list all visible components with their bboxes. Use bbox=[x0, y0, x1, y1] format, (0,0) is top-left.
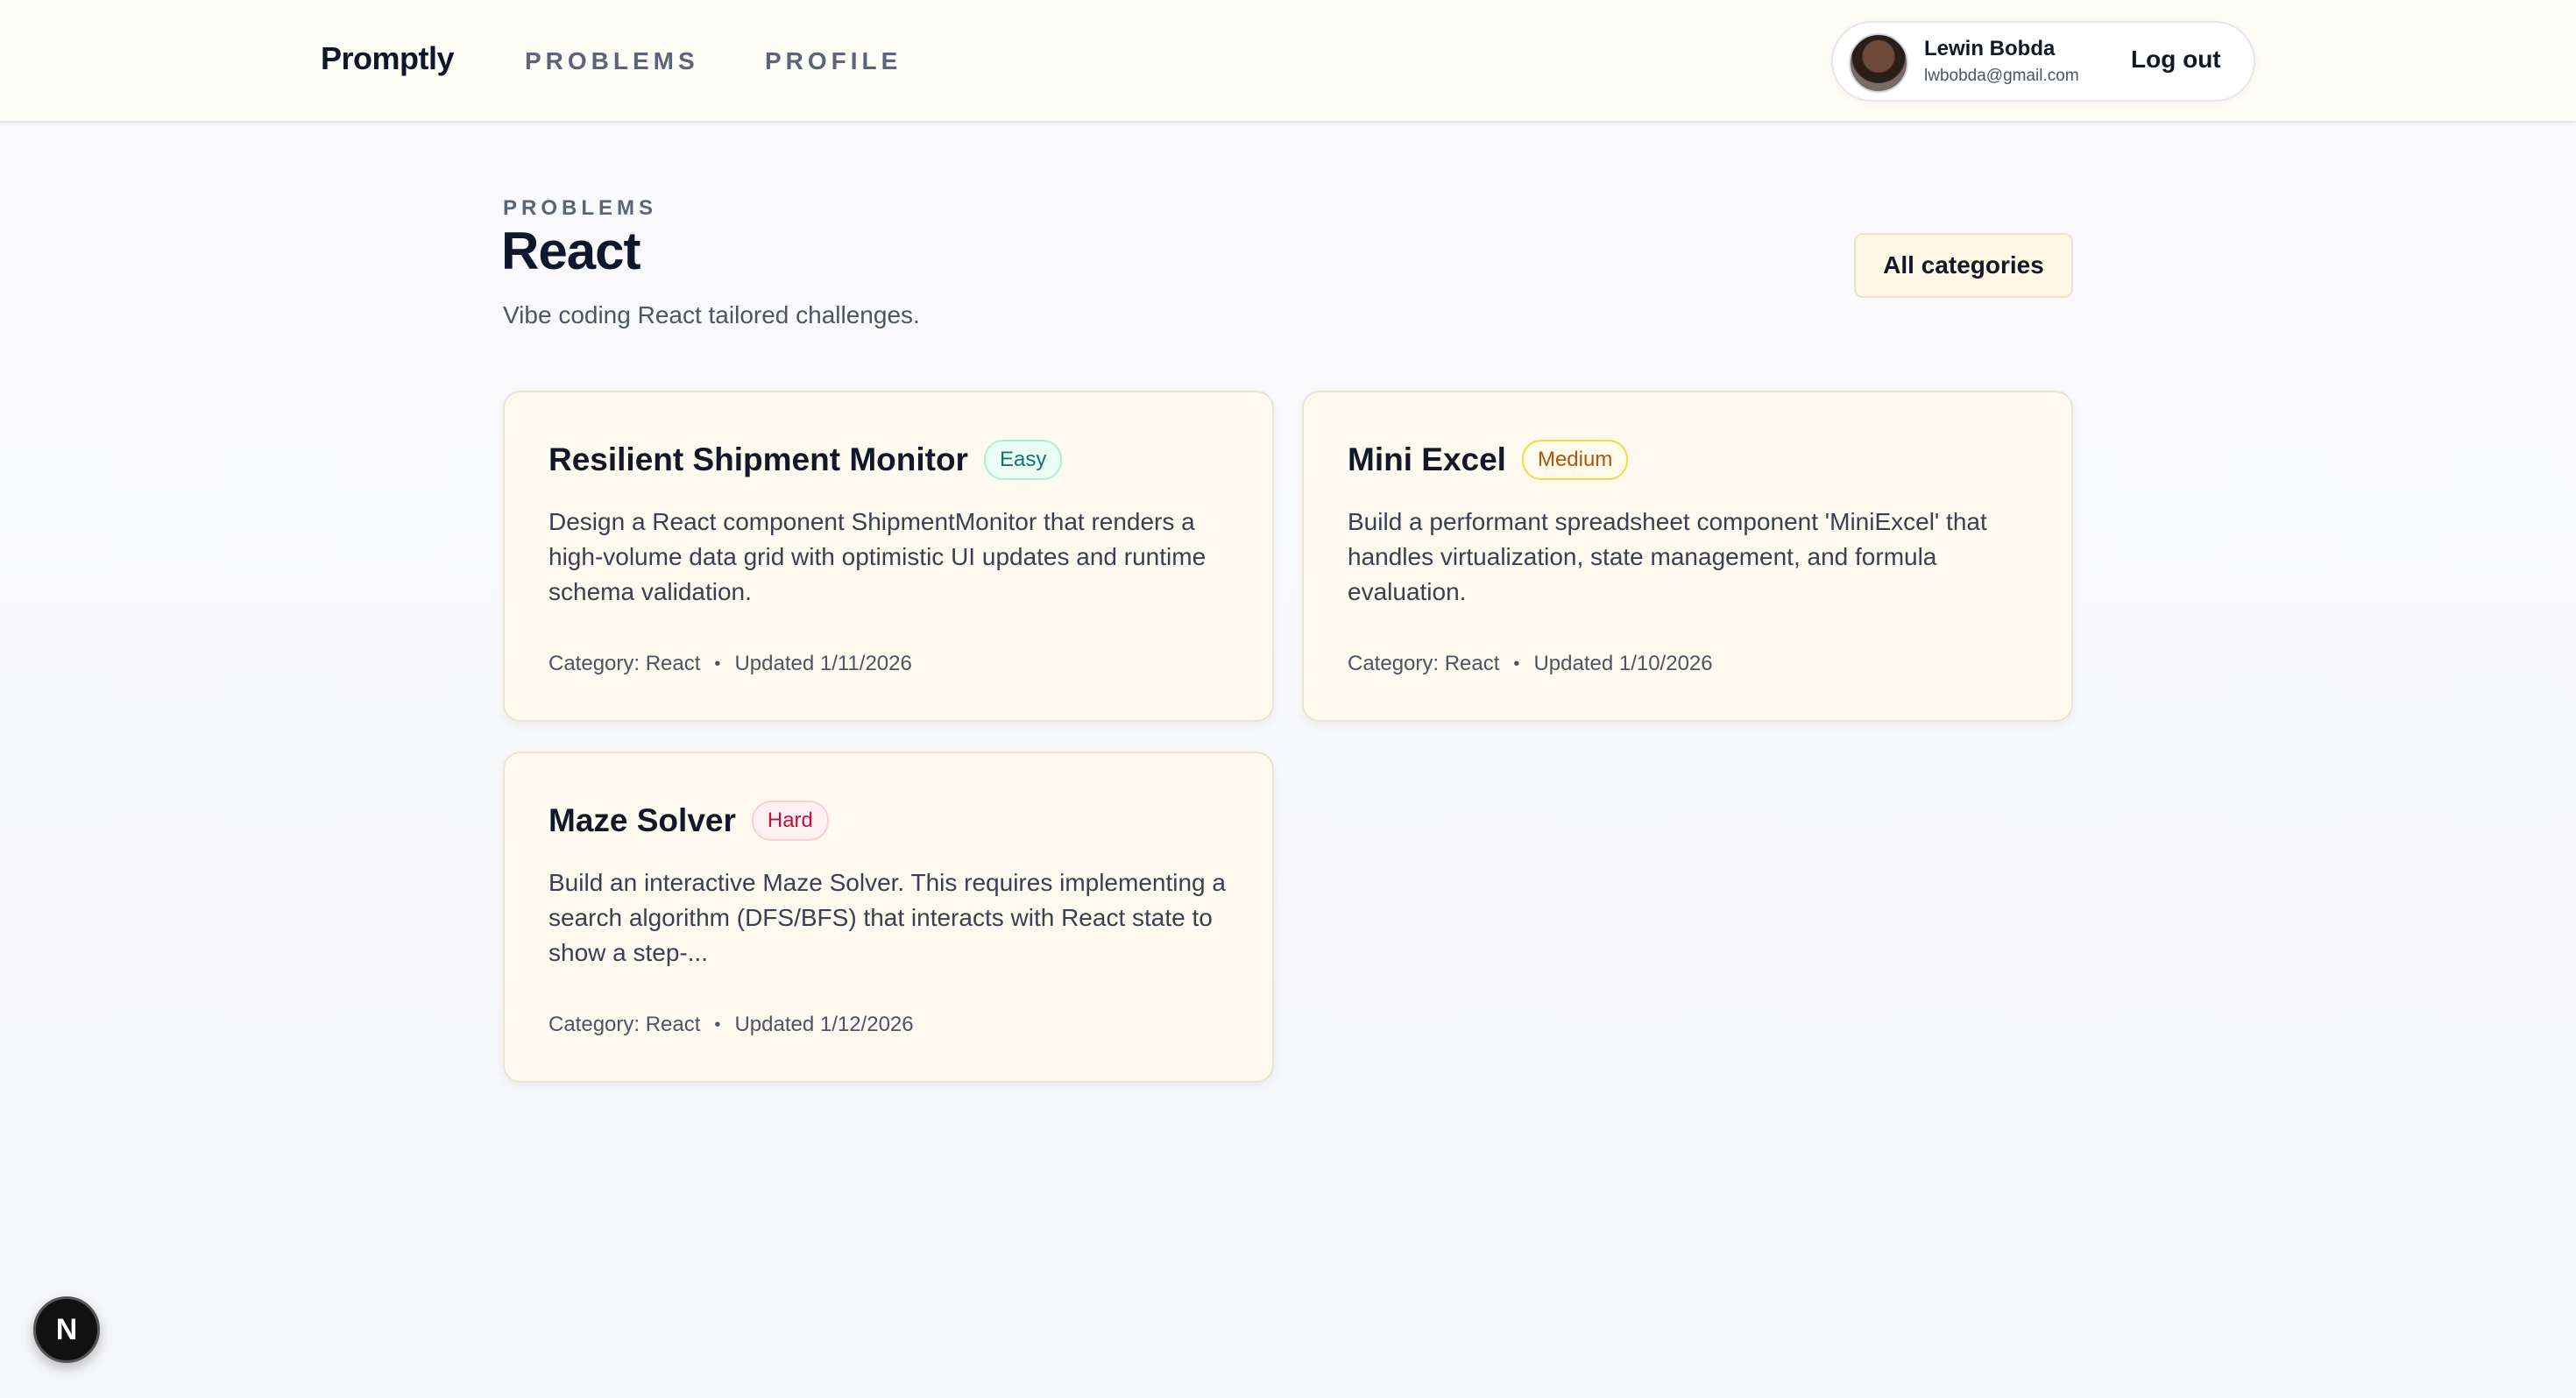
top-navbar: Promptly PROBLEMS PROFILE Lewin Bobda lw… bbox=[0, 0, 2576, 123]
card-description: Design a React component ShipmentMonitor… bbox=[548, 508, 1207, 605]
difficulty-badge: Hard bbox=[751, 801, 829, 841]
page-subtitle: Vibe coding React tailored challenges. bbox=[503, 301, 920, 328]
card-title[interactable]: Maze Solver bbox=[548, 802, 736, 839]
problem-card-mini-excel[interactable]: Mini Excel Medium Build a performant spr… bbox=[1302, 391, 2073, 722]
nav-profile[interactable]: PROFILE bbox=[765, 47, 902, 75]
card-description: Build a performant spreadsheet component… bbox=[1348, 508, 1987, 605]
card-title-row: Mini Excel Medium bbox=[1348, 440, 1629, 480]
card-title[interactable]: Resilient Shipment Monitor bbox=[548, 441, 968, 478]
card-meta: Category: React • Updated 1/10/2026 bbox=[1348, 652, 1713, 676]
user-email: lwbobda@gmail.com bbox=[1924, 67, 2079, 85]
user-name: Lewin Bobda bbox=[1924, 37, 2056, 60]
meta-separator-icon: • bbox=[1513, 653, 1520, 674]
page-title: React bbox=[501, 222, 640, 280]
nextjs-dev-icon[interactable]: N bbox=[33, 1296, 100, 1363]
card-title-row: Maze Solver Hard bbox=[548, 801, 829, 841]
card-meta: Category: React • Updated 1/11/2026 bbox=[548, 652, 912, 676]
problem-card-maze-solver[interactable]: Maze Solver Hard Build an interactive Ma… bbox=[503, 752, 1274, 1083]
meta-separator-icon: • bbox=[714, 1014, 721, 1034]
card-category: Category: React bbox=[548, 1013, 701, 1036]
category-filter-button[interactable]: All categories bbox=[1854, 233, 2073, 298]
card-updated: Updated 1/11/2026 bbox=[734, 652, 912, 675]
page: Promptly PROBLEMS PROFILE Lewin Bobda lw… bbox=[0, 0, 2576, 1398]
difficulty-badge: Easy bbox=[983, 440, 1063, 480]
nav-problems[interactable]: PROBLEMS bbox=[525, 47, 699, 75]
card-title[interactable]: Mini Excel bbox=[1348, 441, 1506, 478]
avatar[interactable] bbox=[1849, 33, 1908, 93]
card-category: Category: React bbox=[548, 652, 701, 675]
section-eyebrow: PROBLEMS bbox=[503, 196, 658, 220]
card-category: Category: React bbox=[1348, 652, 1500, 675]
brand-logo[interactable]: Promptly bbox=[321, 40, 455, 77]
logout-button[interactable]: Log out bbox=[2131, 46, 2221, 74]
card-description: Build an interactive Maze Solver. This r… bbox=[548, 869, 1226, 966]
card-title-row: Resilient Shipment Monitor Easy bbox=[548, 440, 1063, 480]
user-menu: Lewin Bobda lwbobda@gmail.com Log out bbox=[1831, 21, 2255, 102]
card-updated: Updated 1/12/2026 bbox=[734, 1013, 914, 1036]
card-updated: Updated 1/10/2026 bbox=[1533, 652, 1713, 675]
difficulty-badge: Medium bbox=[1521, 440, 1629, 480]
card-meta: Category: React • Updated 1/12/2026 bbox=[548, 1013, 914, 1037]
problem-card-resilient-shipment-monitor[interactable]: Resilient Shipment Monitor Easy Design a… bbox=[503, 391, 1274, 722]
meta-separator-icon: • bbox=[714, 653, 721, 674]
